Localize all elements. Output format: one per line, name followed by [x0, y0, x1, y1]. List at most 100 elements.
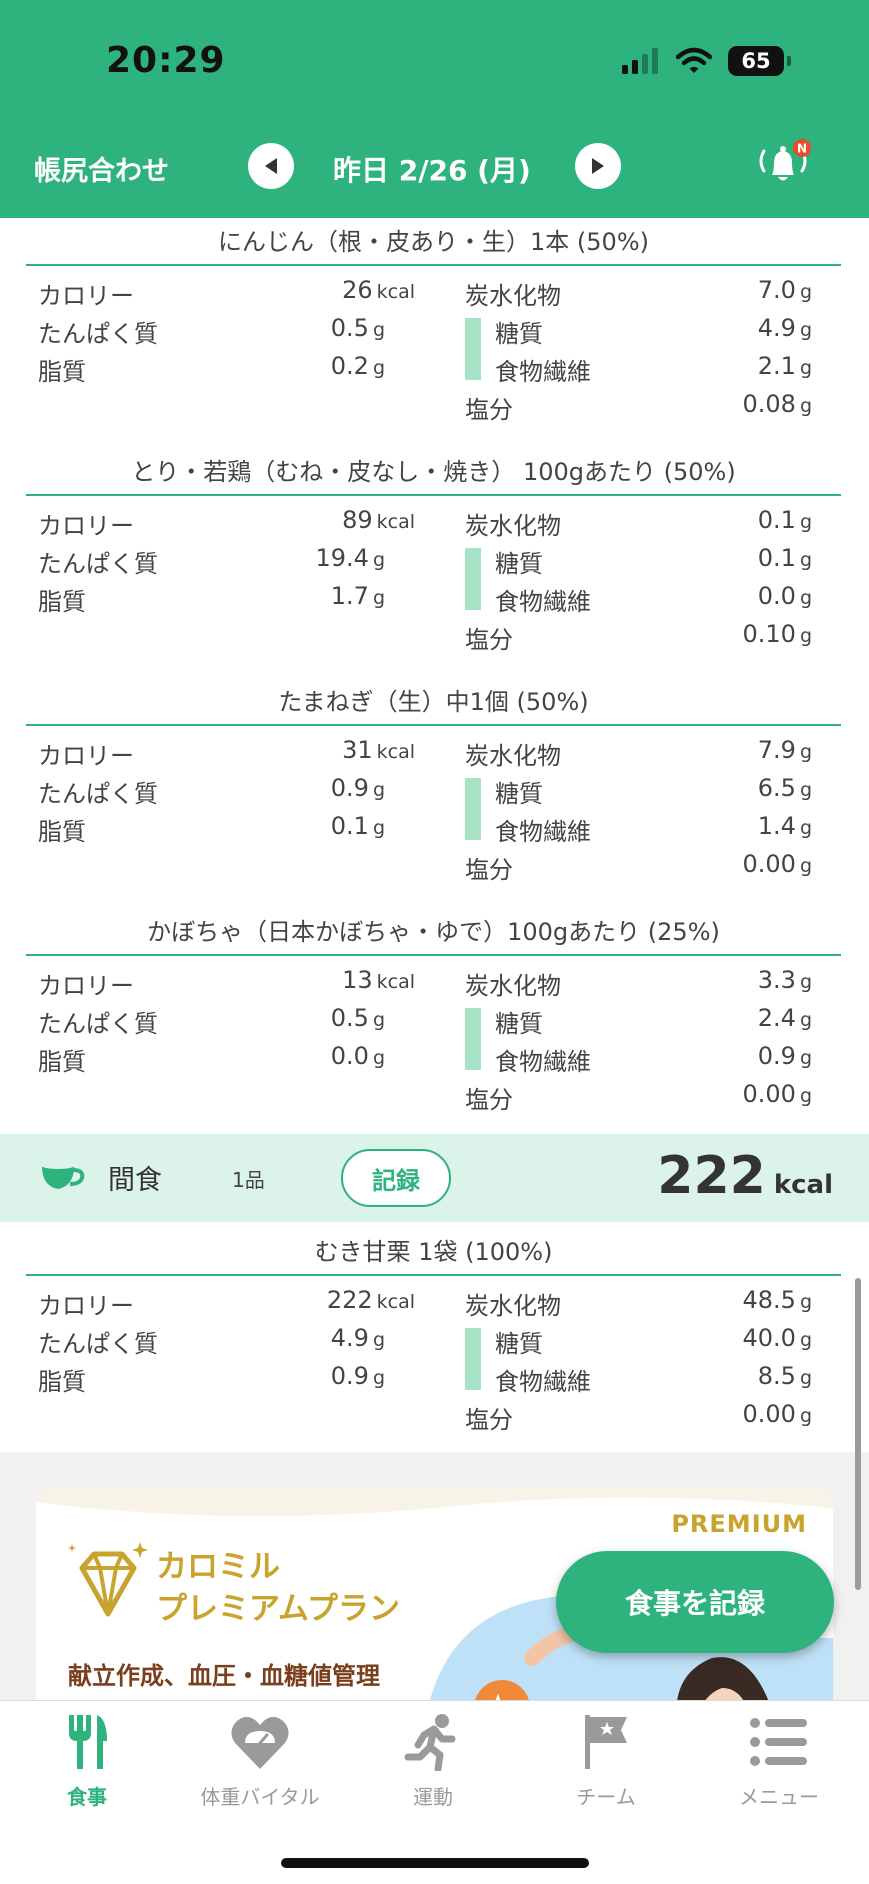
carbs-value: 7.0 g: [758, 276, 812, 304]
notification-button[interactable]: N: [752, 137, 814, 193]
tab-weight-vital[interactable]: 体重バイタル: [180, 1713, 340, 1810]
record-meal-button[interactable]: 食事を記録: [556, 1551, 834, 1653]
fiber-value-unit: g: [799, 817, 812, 839]
food-title: むき甘栗 1袋 (100%): [314, 1238, 553, 1266]
fiber-label: 食物繊維: [495, 1368, 591, 1396]
food-divider: [26, 494, 841, 496]
sugar-value-unit: g: [799, 319, 812, 341]
salt-value-number: 0.10: [742, 620, 796, 648]
salt-value-number: 0.00: [742, 1080, 796, 1108]
food-item[interactable]: とり・若鶏（むね・皮なし・焼き） 100gあたり (50%) カロリー 89 kcal…: [0, 452, 869, 672]
scrollbar-thumb[interactable]: [855, 1278, 861, 1590]
sugar-value-unit: g: [799, 779, 812, 801]
plan-name: カロミル プレミアムプラン: [156, 1546, 400, 1630]
status-icons: 65: [622, 46, 791, 76]
food-item[interactable]: たまねぎ（生）中1個 (50%) カロリー 31 kcal たんぱく質 0.9 g 脂質 0.1…: [0, 682, 869, 902]
carbs-value-number: 7.0: [757, 276, 796, 304]
fat-value-unit: g: [372, 817, 385, 839]
sugar-value-number: 0.1: [757, 544, 796, 572]
protein-value-number: 0.5: [330, 1004, 369, 1032]
tab-meal[interactable]: 食事: [7, 1713, 167, 1810]
carbs-value-number: 0.1: [757, 506, 796, 534]
date-label: 昨日 2/26 (月): [333, 154, 531, 187]
protein-value-unit: g: [372, 319, 385, 341]
premium-tag: PREMIUM: [671, 1510, 807, 1538]
food-item[interactable]: かぼちゃ（日本かぼちゃ・ゆで）100gあたり (25%) カロリー 13 kcal たん…: [0, 912, 869, 1132]
snack-meal-header[interactable]: 間食 1品 記録 222 kcal: [0, 1134, 869, 1222]
fiber-value-number: 0.0: [757, 582, 796, 610]
calorie-label: カロリー: [38, 972, 134, 1000]
fat-label: 脂質: [38, 1368, 86, 1396]
teacup-icon: [42, 1163, 85, 1189]
sugar-value-unit: g: [799, 549, 812, 571]
salt-value-number: 0.00: [742, 850, 796, 878]
calorie-value-number: 13: [342, 966, 373, 994]
triangle-left-icon: [265, 158, 277, 174]
carbs-value: 0.1 g: [758, 506, 812, 534]
battery-cap: [787, 56, 791, 66]
fat-value-number: 1.7: [330, 582, 369, 610]
status-time: 20:29: [106, 40, 226, 81]
tab-weight-vital-label: 体重バイタル: [200, 1785, 320, 1809]
carbs-value-number: 48.5: [742, 1286, 796, 1314]
prev-day-button[interactable]: [248, 143, 294, 189]
protein-value-unit: g: [372, 1009, 385, 1031]
fat-value-number: 0.2: [330, 352, 369, 380]
fat-value-number: 0.1: [330, 812, 369, 840]
protein-value: 4.9 g: [331, 1324, 385, 1352]
plan-name-line2: プレミアムプラン: [156, 1591, 400, 1627]
fiber-value: 0.9 g: [758, 1042, 812, 1070]
running-icon: [404, 1714, 456, 1773]
battery-indicator: 65: [728, 46, 784, 76]
salt-value-unit: g: [799, 1405, 812, 1427]
carbs-label: 炭水化物: [465, 1292, 561, 1320]
food-item[interactable]: にんじん（根・皮あり・生）1本 (50%) カロリー 26 kcal たんぱく質 0.5 g…: [0, 222, 869, 442]
calorie-label: カロリー: [38, 512, 134, 540]
tab-team[interactable]: チーム: [526, 1713, 686, 1810]
snack-kcal-unit: kcal: [773, 1170, 833, 1200]
protein-label: たんぱく質: [38, 780, 158, 808]
salt-value: 0.08 g: [743, 390, 813, 418]
fiber-value-number: 1.4: [757, 812, 796, 840]
sugar-value-number: 2.4: [757, 1004, 796, 1032]
sugar-label: 糖質: [495, 780, 543, 808]
tab-menu[interactable]: メニュー: [699, 1713, 859, 1810]
food-item[interactable]: むき甘栗 1袋 (100%) カロリー 222 kcal たんぱく質 4.9 g 脂質 0.9 g…: [0, 1232, 869, 1452]
fat-value: 0.0 g: [331, 1042, 385, 1070]
salt-value-number: 0.00: [742, 1400, 796, 1428]
fiber-value: 0.0 g: [758, 582, 812, 610]
carbs-value-number: 3.3: [757, 966, 796, 994]
sub-nutrient-bar: [465, 1328, 481, 1390]
fat-value-number: 0.0: [330, 1042, 369, 1070]
record-snack-button[interactable]: 記録: [341, 1149, 451, 1207]
calorie-value: 222 kcal: [327, 1286, 415, 1314]
home-indicator: [281, 1858, 589, 1868]
protein-value: 0.5 g: [331, 314, 385, 342]
food-title: かぼちゃ（日本かぼちゃ・ゆで）100gあたり (25%): [147, 918, 720, 946]
protein-value: 19.4 g: [316, 544, 386, 572]
wifi-icon: [676, 47, 712, 73]
carbs-value-unit: g: [799, 1291, 812, 1313]
fat-value-unit: g: [372, 1367, 385, 1389]
carbs-value: 7.9 g: [758, 736, 812, 764]
fat-value: 0.9 g: [331, 1362, 385, 1390]
carbs-value-unit: g: [799, 511, 812, 533]
fat-label: 脂質: [38, 818, 86, 846]
calorie-value-number: 31: [342, 736, 373, 764]
next-day-button[interactable]: [575, 143, 621, 189]
fat-label: 脂質: [38, 358, 86, 386]
fat-value-unit: g: [372, 357, 385, 379]
salt-label: 塩分: [465, 396, 513, 424]
bottom-tab-bar: 食事 体重バイタル 運動 チーム メニュー: [0, 1700, 869, 1884]
menu-list-icon: [750, 1718, 807, 1766]
tab-exercise[interactable]: 運動: [353, 1713, 513, 1810]
heart-scale-icon: [231, 1716, 289, 1769]
fiber-value: 8.5 g: [758, 1362, 812, 1390]
protein-label: たんぱく質: [38, 1010, 158, 1038]
salt-value-unit: g: [799, 395, 812, 417]
sugar-value-number: 4.9: [757, 314, 796, 342]
carbs-label: 炭水化物: [465, 512, 561, 540]
bell-icon: N: [759, 139, 811, 181]
salt-label: 塩分: [465, 1086, 513, 1114]
tab-menu-label: メニュー: [739, 1785, 819, 1809]
